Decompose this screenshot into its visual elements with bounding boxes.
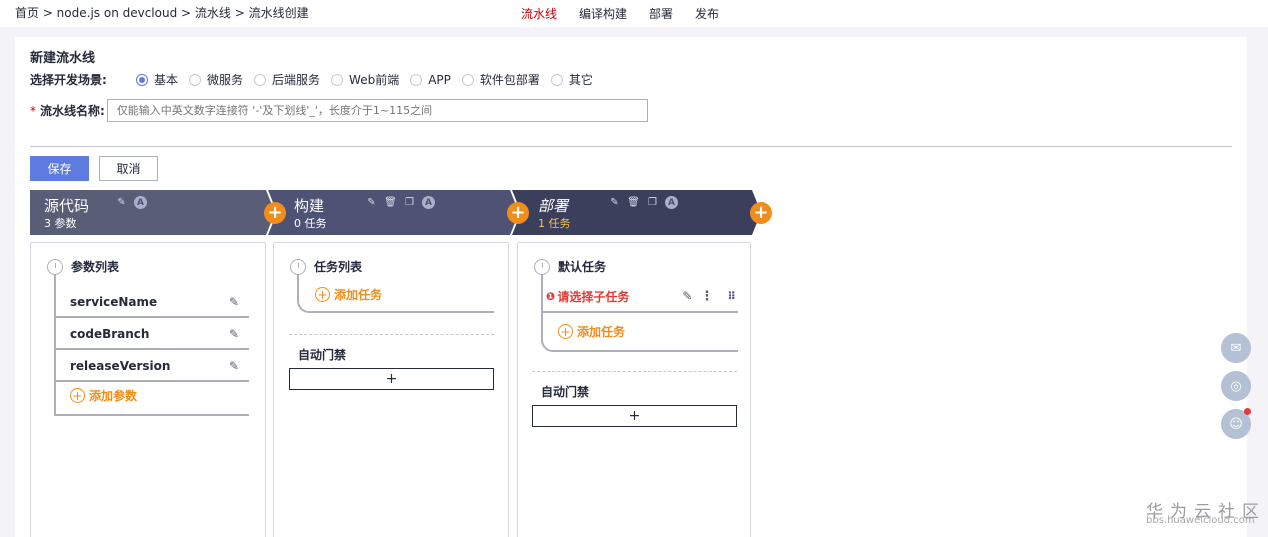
- trash-icon[interactable]: 🗑: [627, 196, 640, 209]
- scene-radio-package[interactable]: 软件包部署: [461, 71, 540, 88]
- scene-radio-microservice[interactable]: 微服务: [189, 71, 243, 88]
- add-stage-button[interactable]: +: [750, 202, 772, 224]
- add-param-link[interactable]: + 添加参数: [70, 387, 137, 404]
- copy-icon[interactable]: ❐: [646, 196, 659, 209]
- stage-build-count: 0 任务: [294, 217, 327, 230]
- scene-radio-basic[interactable]: 基本: [136, 71, 178, 88]
- stage-deploy-actions: ✎ 🗑 ❐ A: [608, 196, 678, 209]
- edit-icon[interactable]: ✎: [229, 359, 239, 373]
- error-icon: ❶: [546, 289, 556, 303]
- radio-checked-icon: [136, 73, 148, 86]
- task-list-header: 任务列表: [290, 258, 362, 275]
- feedback-icon: ☺: [1229, 416, 1243, 432]
- radio-icon: [550, 73, 563, 86]
- param-row[interactable]: codeBranch ✎: [56, 319, 249, 350]
- radio-icon: [254, 73, 267, 86]
- more-icon[interactable]: ⋮: [700, 289, 713, 304]
- auto-icon[interactable]: A: [134, 196, 147, 209]
- scene-label: 选择开发场景:: [30, 73, 107, 87]
- add-task-link[interactable]: + 添加任务: [558, 323, 625, 340]
- stage-deploy-count: 1 任务: [538, 217, 571, 230]
- build-column: 任务列表 + 添加任务 自动门禁 +: [273, 242, 509, 537]
- radio-icon: [331, 73, 344, 86]
- radio-icon: [189, 73, 202, 86]
- scene-radio-other[interactable]: 其它: [550, 71, 593, 88]
- stage-source-title: 源代码: [44, 197, 90, 215]
- auto-gate-label: 自动门禁: [298, 348, 347, 362]
- copy-icon[interactable]: ❐: [403, 196, 416, 209]
- save-button[interactable]: 保存: [30, 156, 89, 181]
- nav-release[interactable]: 发布: [695, 5, 719, 22]
- dashed-divider: [532, 371, 737, 372]
- required-mark: *: [30, 103, 36, 118]
- top-nav: 流水线 编译构建 部署 发布: [521, 5, 719, 22]
- add-gate-button[interactable]: +: [289, 368, 494, 390]
- clock-icon: [290, 258, 306, 275]
- headset-icon: ◎: [1230, 378, 1242, 394]
- cancel-button[interactable]: 取消: [99, 156, 158, 181]
- mail-icon: ✉: [1230, 340, 1242, 356]
- support-button[interactable]: ◎: [1221, 371, 1251, 401]
- param-row[interactable]: serviceName ✎: [56, 287, 249, 318]
- pipeline-name-input[interactable]: [106, 99, 648, 122]
- param-name: releaseVersion: [70, 358, 171, 373]
- param-list-header: 参数列表: [47, 258, 119, 275]
- breadcrumb: 首页 > node.js on devcloud > 流水线 > 流水线创建: [15, 6, 309, 20]
- trash-icon[interactable]: 🗑: [384, 196, 397, 209]
- task-row[interactable]: ❶ 请选择子任务 ✎ ⋮ ⠿: [543, 281, 738, 313]
- stage-deploy-title: 部署: [538, 197, 569, 215]
- plus-circle-icon: +: [558, 324, 573, 339]
- stage-source-actions: ✎ A: [115, 196, 147, 209]
- stage-source[interactable]: 源代码 3 参数 ✎ A: [30, 190, 266, 235]
- auto-icon[interactable]: A: [422, 196, 435, 209]
- scene-selector: 选择开发场景: 基本 微服务 后端服务 Web前端 APP 软件包部署 其它: [30, 71, 604, 88]
- edit-icon[interactable]: ✎: [608, 196, 621, 209]
- stage-build[interactable]: 构建 0 任务 ✎ 🗑 ❐ A: [280, 190, 510, 235]
- source-column: 参数列表 serviceName ✎ codeBranch ✎ releaseV…: [30, 242, 266, 537]
- stage-build-title: 构建: [294, 197, 325, 215]
- edit-icon[interactable]: ✎: [682, 289, 692, 303]
- param-row[interactable]: releaseVersion ✎: [56, 351, 249, 382]
- scene-radio-app[interactable]: APP: [410, 73, 451, 87]
- pipeline-name-row: * 流水线名称:: [30, 99, 648, 122]
- param-name: codeBranch: [70, 326, 150, 341]
- pipeline-name-label: 流水线名称:: [40, 104, 105, 118]
- clock-icon: [47, 258, 63, 275]
- divider: [30, 146, 1232, 147]
- auto-icon[interactable]: A: [665, 196, 678, 209]
- drag-handle-icon[interactable]: ⠿: [727, 290, 736, 303]
- pipeline-card: 新建流水线 选择开发场景: 基本 微服务 后端服务 Web前端 APP 软件包部…: [15, 37, 1247, 537]
- page-title: 新建流水线: [30, 51, 96, 66]
- scene-radio-web[interactable]: Web前端: [331, 71, 399, 88]
- clock-icon: [534, 258, 550, 275]
- add-gate-button[interactable]: +: [532, 405, 737, 427]
- feedback-button[interactable]: ☺: [1221, 408, 1251, 439]
- notification-dot: [1244, 408, 1251, 415]
- param-name: serviceName: [70, 294, 158, 309]
- edit-icon[interactable]: ✎: [115, 196, 128, 209]
- top-bar: 首页 > node.js on devcloud > 流水线 > 流水线创建 流…: [0, 0, 1268, 27]
- stage-deploy[interactable]: 部署 1 任务 ✎ 🗑 ❐ A: [524, 190, 754, 235]
- radio-icon: [461, 73, 474, 86]
- plus-circle-icon: +: [70, 388, 85, 403]
- nav-deploy[interactable]: 部署: [649, 5, 673, 22]
- auto-gate-label: 自动门禁: [541, 385, 590, 399]
- plus-circle-icon: +: [315, 287, 330, 302]
- radio-icon: [410, 73, 423, 86]
- nav-build[interactable]: 编译构建: [579, 5, 627, 22]
- add-task-link[interactable]: + 添加任务: [315, 286, 382, 303]
- task-error-text: 请选择子任务: [557, 289, 630, 304]
- mail-button[interactable]: ✉: [1221, 333, 1251, 363]
- edit-icon[interactable]: ✎: [365, 196, 378, 209]
- stage-source-count: 3 参数: [44, 217, 77, 230]
- dashed-divider: [289, 334, 494, 335]
- default-task-header: 默认任务: [534, 258, 606, 275]
- scene-radio-backend[interactable]: 后端服务: [254, 71, 320, 88]
- deploy-column: 默认任务 ❶ 请选择子任务 ✎ ⋮ ⠿ + 添加任务 自动门禁 +: [517, 242, 751, 537]
- stage-build-actions: ✎ 🗑 ❐ A: [365, 196, 435, 209]
- edit-icon[interactable]: ✎: [229, 295, 239, 309]
- watermark-url: bbs.huaweicloud.com: [1146, 515, 1255, 526]
- edit-icon[interactable]: ✎: [229, 327, 239, 341]
- nav-pipeline[interactable]: 流水线: [521, 5, 557, 22]
